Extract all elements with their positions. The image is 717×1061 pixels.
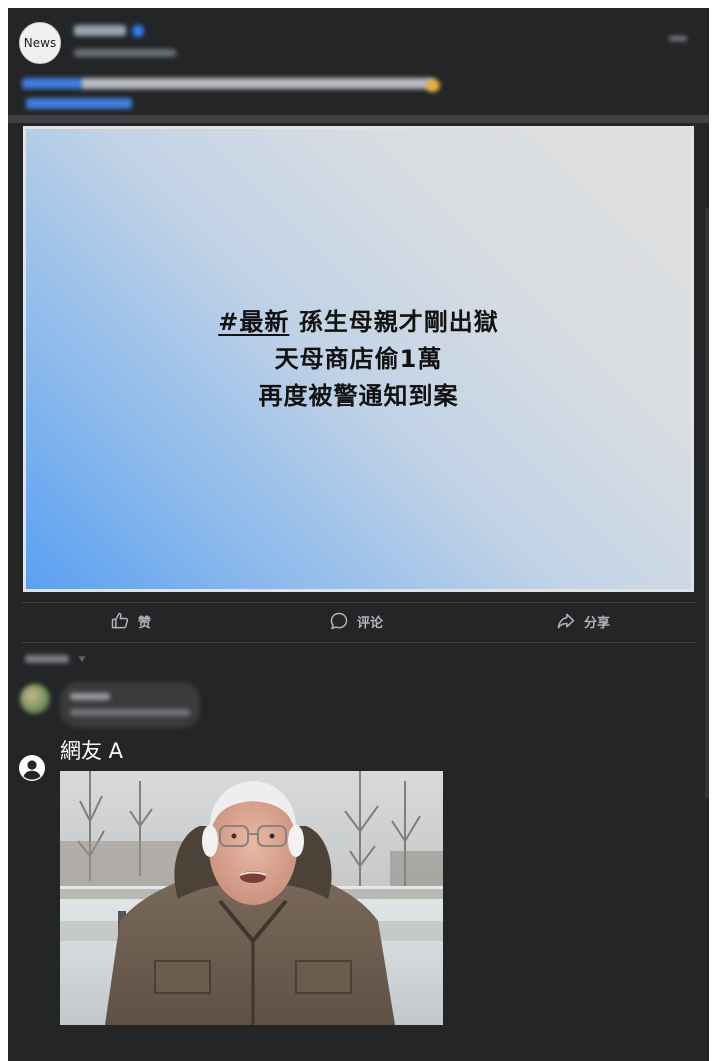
chevron-down-icon[interactable] — [78, 656, 86, 662]
thumbs-up-icon — [111, 612, 129, 629]
reply-photo[interactable] — [60, 771, 443, 1025]
card-headline-line1: #最新 孫生母親才剛出獄 — [218, 304, 498, 341]
like-button[interactable]: 赞 — [110, 611, 151, 631]
user-avatar-icon[interactable] — [19, 755, 45, 781]
comment-bubble-icon — [330, 612, 348, 630]
card-headline-line2: 天母商店偷1萬 — [274, 344, 443, 373]
card-line1-text: 孫生母親才剛出獄 — [298, 307, 499, 336]
comment-button[interactable]: 评论 — [329, 611, 383, 631]
post-link-blurred[interactable] — [26, 98, 132, 109]
page-name-blurred[interactable] — [74, 25, 126, 36]
comment-label: 评论 — [357, 615, 384, 631]
page-avatar[interactable]: News — [19, 22, 61, 64]
share-arrow-icon — [557, 613, 575, 629]
screenshot-edge — [8, 115, 709, 123]
action-bar-top-divider — [22, 602, 695, 603]
verified-badge-icon — [132, 25, 144, 37]
comment-sort-blurred[interactable] — [25, 655, 69, 663]
share-button[interactable]: 分享 — [556, 611, 610, 631]
more-options-icon[interactable] — [669, 36, 687, 41]
page-avatar-text: News — [23, 36, 57, 50]
post-caption-blurred — [22, 78, 434, 89]
post-timestamp-blurred[interactable] — [74, 49, 176, 57]
card-headline-line3: 再度被警通知到案 — [258, 381, 459, 410]
commenter-name-blurred[interactable] — [70, 693, 110, 700]
post-image-card[interactable]: #最新 孫生母親才剛出獄 天母商店偷1萬 再度被警通知到案 — [26, 129, 691, 589]
action-bar-bottom-divider — [22, 642, 695, 643]
like-label: 赞 — [138, 615, 152, 631]
old-man-in-parka-illustration — [60, 771, 443, 1025]
commenter-avatar-blurred[interactable] — [20, 684, 50, 714]
post-card: News #最新 孫生母親才剛出獄 天母商店偷1萬 再度被警通知到案 赞 评论 — [8, 8, 709, 1061]
share-label: 分享 — [584, 615, 611, 631]
commenter-name[interactable]: 網友 A — [60, 736, 123, 766]
card-hashtag[interactable]: #最新 — [218, 308, 289, 336]
screenshot-edge-right — [705, 208, 709, 798]
comment-text-blurred — [70, 709, 190, 716]
comment-bubble-blurred — [60, 682, 200, 728]
emoji-icon — [426, 79, 440, 92]
